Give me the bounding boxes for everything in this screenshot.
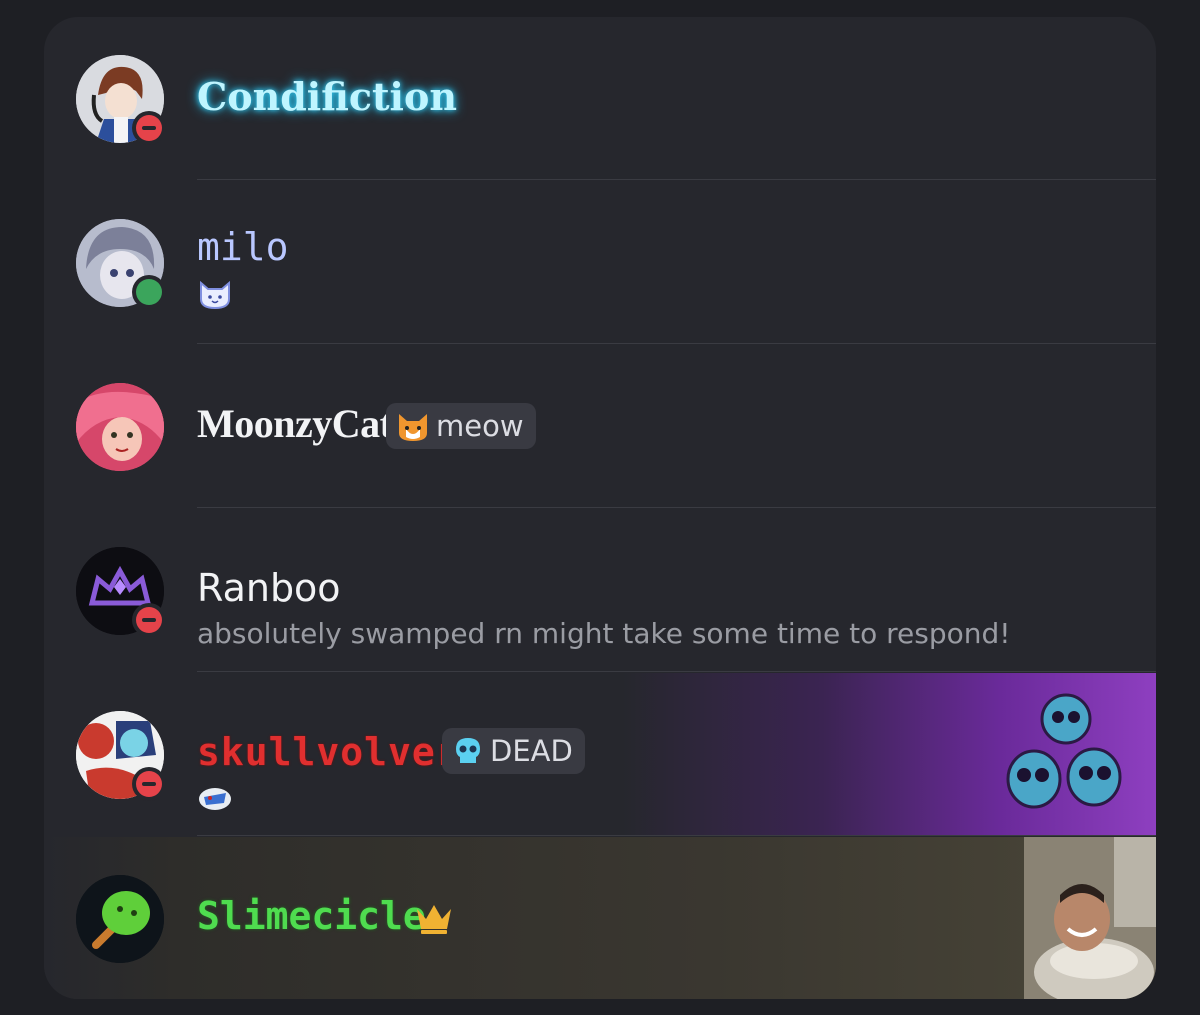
member-row-condifiction[interactable]: Condifiction: [44, 17, 1156, 180]
member-row-skullvolver[interactable]: skullvolver DEAD: [44, 673, 1156, 836]
banner-image: [1024, 837, 1156, 999]
row-divider: [197, 835, 1156, 836]
custom-status-text: absolutely swamped rn might take some ti…: [197, 617, 1011, 650]
row-divider: [197, 343, 1156, 344]
member-row-slimecicle[interactable]: Slimecicle: [44, 837, 1156, 999]
avatar-condifiction: [76, 55, 166, 145]
avatar-ranboo: [76, 547, 166, 637]
row-divider: [197, 507, 1156, 508]
member-name: Condifiction: [197, 74, 457, 119]
row-divider: [197, 671, 1156, 672]
member-name: Slimecicle: [197, 894, 426, 938]
member-row-moonzycat[interactable]: MoonzyCat meow: [44, 345, 1156, 508]
server-tag: meow: [386, 403, 536, 449]
crown-icon: [414, 901, 454, 935]
member-list: Condifiction milo MoonzyCat meow Ranboo …: [44, 17, 1156, 999]
avatar-skullvolver: [76, 711, 166, 801]
avatar-moonzycat: [76, 383, 164, 471]
sticker-icon: [196, 785, 234, 813]
avatar-image: [76, 383, 164, 471]
avatar-image: [76, 875, 164, 963]
skull-icon: [456, 738, 480, 763]
skull-pile-icon: [1006, 689, 1126, 829]
member-row-ranboo[interactable]: Ranboo absolutely swamped rn might take …: [44, 509, 1156, 672]
avatar-slimecicle: [76, 875, 164, 963]
cat-face-icon: [399, 414, 427, 441]
avatar-milo: [76, 219, 166, 309]
status-dnd-icon: [132, 603, 166, 637]
cat-face-icon: [198, 279, 232, 310]
status-online-icon: [132, 275, 166, 309]
row-divider: [197, 179, 1156, 180]
member-name: skullvolver: [197, 730, 460, 774]
server-tag-label: DEAD: [490, 734, 573, 768]
member-name: MoonzyCat: [197, 401, 393, 446]
member-name: Ranboo: [197, 566, 341, 610]
server-tag: DEAD: [442, 728, 585, 774]
status-dnd-icon: [132, 767, 166, 801]
server-tag-label: meow: [436, 409, 524, 443]
member-name: milo: [197, 225, 289, 269]
status-dnd-icon: [132, 111, 166, 145]
member-row-milo[interactable]: milo: [44, 181, 1156, 344]
